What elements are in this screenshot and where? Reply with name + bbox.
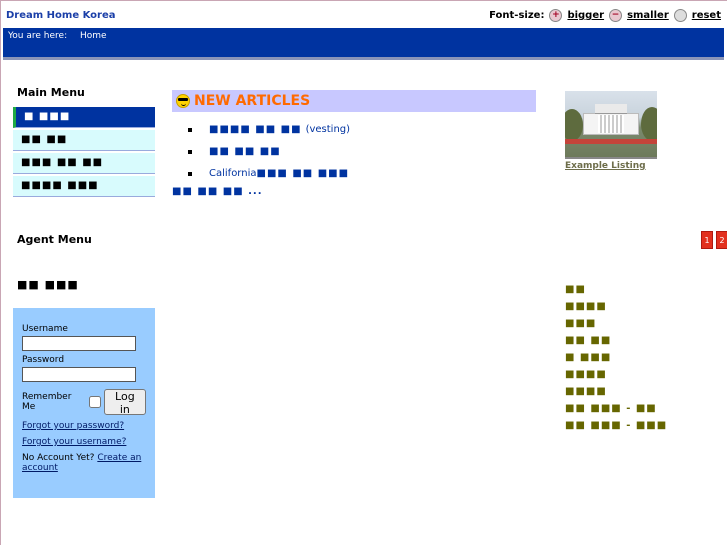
- font-bigger-link[interactable]: bigger: [567, 10, 604, 21]
- article-link[interactable]: ■■■ ■■ ■■■: [257, 168, 350, 179]
- new-articles-title: NEW ARTICLES: [194, 93, 311, 109]
- remember-me-row: Remember Me Log in: [22, 389, 146, 416]
- list-item[interactable]: ■■ ■■ ■■: [172, 140, 536, 162]
- category-link[interactable]: ■■■■: [565, 369, 667, 386]
- main-menu-item[interactable]: ■■■■ ■■■: [13, 176, 155, 197]
- smiley-sunglasses-icon: [176, 94, 190, 108]
- forgot-username-link[interactable]: Forgot your username?: [22, 437, 126, 447]
- main-menu-title: Main Menu: [17, 86, 85, 99]
- article-link[interactable]: ■■ ■■ ■■: [209, 146, 281, 157]
- breadcrumb-home-link[interactable]: Home: [80, 31, 107, 41]
- minus-icon[interactable]: −: [609, 9, 623, 22]
- username-label: Username: [22, 324, 68, 334]
- article-prefix: California: [209, 167, 257, 179]
- category-link[interactable]: ■■■: [565, 318, 667, 335]
- category-link[interactable]: ■■ ■■■ - ■■■: [565, 420, 667, 437]
- main-menu-item[interactable]: ■ ■■■: [13, 107, 155, 128]
- category-link[interactable]: ■■■■: [565, 386, 667, 403]
- listing-thumbnail[interactable]: [565, 91, 657, 159]
- font-reset-link[interactable]: reset: [692, 10, 721, 21]
- category-list: ■■ ■■■■ ■■■ ■■ ■■ ■ ■■■ ■■■■ ■■■■ ■■ ■■■…: [565, 284, 667, 437]
- breadcrumb-prefix: You are here:: [8, 31, 68, 41]
- new-articles-module: NEW ARTICLES ■■■■ ■■ ■■ (vesting) ■■ ■■ …: [172, 90, 536, 197]
- article-link[interactable]: ■■■■ ■■ ■■: [209, 124, 302, 135]
- top-bar: Dream Home Korea Font-size: + bigger − s…: [0, 0, 727, 28]
- list-item[interactable]: California ■■■ ■■ ■■■: [172, 162, 536, 184]
- main-menu-item[interactable]: ■■ ■■: [13, 130, 155, 151]
- articles-list: ■■■■ ■■ ■■ (vesting) ■■ ■■ ■■ California…: [172, 118, 536, 184]
- font-smaller-link[interactable]: smaller: [627, 10, 669, 21]
- font-size-label: Font-size:: [489, 10, 545, 21]
- font-size-controls: Font-size: + bigger − smaller reset: [489, 9, 721, 22]
- article-suffix: (vesting): [305, 123, 351, 135]
- category-link[interactable]: ■■: [565, 284, 667, 301]
- main-menu-item[interactable]: ■■■ ■■ ■■: [13, 153, 155, 174]
- login-links: Forgot your password? Forgot your userna…: [22, 421, 146, 473]
- username-field[interactable]: [22, 336, 136, 351]
- password-label: Password: [22, 355, 65, 365]
- example-listing: Example Listing: [565, 91, 657, 171]
- new-articles-header: NEW ARTICLES: [172, 90, 536, 112]
- agent-menu-title: Agent Menu: [17, 233, 92, 246]
- agent-menu-text: ■■ ■■■: [17, 278, 79, 291]
- no-account-text: No Account Yet?: [22, 453, 95, 463]
- forgot-password-link[interactable]: Forgot your password?: [22, 421, 124, 431]
- more-articles-link[interactable]: ■■ ■■ ■■ ...: [172, 186, 536, 197]
- side-pagination: 1 2: [701, 231, 727, 249]
- page-button[interactable]: 1: [701, 231, 713, 249]
- category-link[interactable]: ■■ ■■■ - ■■: [565, 403, 667, 420]
- category-link[interactable]: ■ ■■■: [565, 352, 667, 369]
- reset-icon[interactable]: [673, 9, 687, 22]
- listing-caption-link[interactable]: Example Listing: [565, 161, 657, 171]
- password-field[interactable]: [22, 367, 136, 382]
- login-button[interactable]: Log in: [103, 389, 146, 416]
- remember-me-checkbox[interactable]: [88, 396, 101, 408]
- site-title-link[interactable]: Dream Home Korea: [6, 10, 116, 21]
- category-link[interactable]: ■■ ■■: [565, 335, 667, 352]
- category-link[interactable]: ■■■■: [565, 301, 667, 318]
- list-item[interactable]: ■■■■ ■■ ■■ (vesting): [172, 118, 536, 140]
- plus-icon[interactable]: +: [549, 9, 563, 22]
- remember-me-label: Remember Me: [22, 392, 72, 412]
- breadcrumb: You are here: Home: [3, 28, 724, 60]
- page-button[interactable]: 2: [716, 231, 727, 249]
- login-form: Username Password Remember Me Log in For…: [13, 308, 155, 498]
- main-menu: Main Menu ■ ■■■ ■■ ■■ ■■■ ■■ ■■ ■■■■ ■■■: [13, 86, 155, 199]
